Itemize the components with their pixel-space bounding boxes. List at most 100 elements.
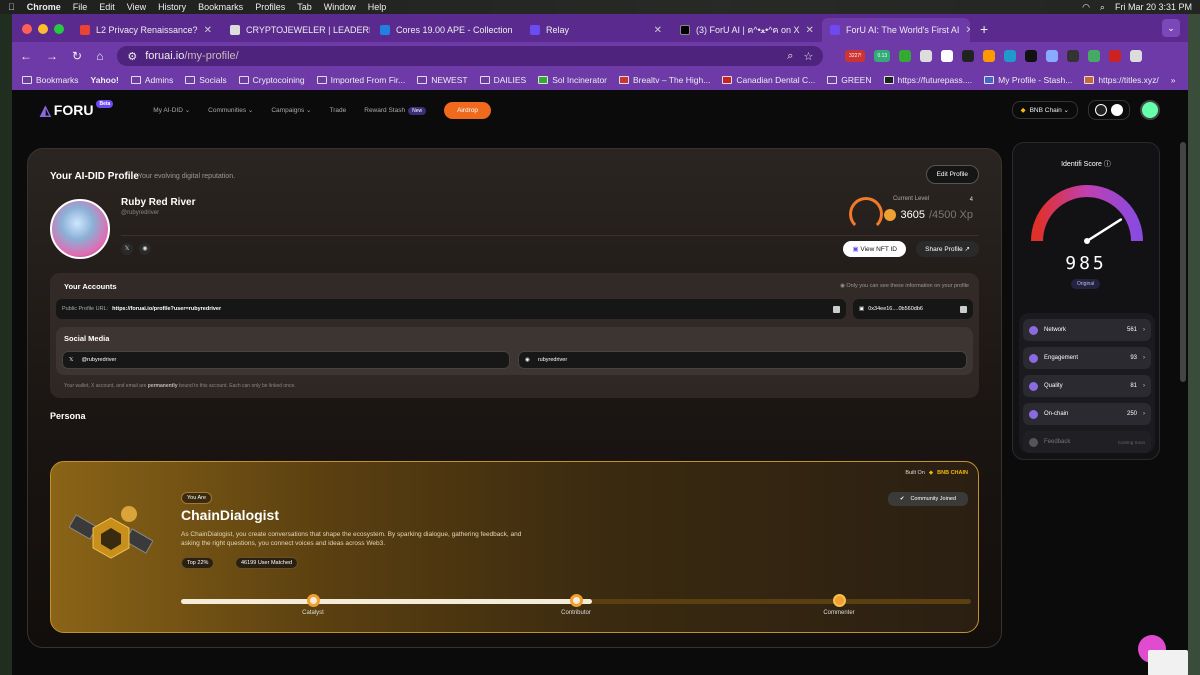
metric-network[interactable]: Network 561 › — [1023, 319, 1151, 341]
tab-close-icon[interactable]: ✕ — [204, 25, 212, 36]
message-icon[interactable] — [1095, 104, 1107, 116]
bookmark-item[interactable]: https://futurepass.... — [883, 75, 972, 85]
metric-engagement[interactable]: Engagement 93 › — [1023, 347, 1151, 369]
bookmark-item[interactable]: DAILIES — [479, 75, 526, 85]
home-icon[interactable]: ⌂ — [96, 49, 103, 63]
menu-tab[interactable]: Tab — [297, 2, 312, 12]
airdrop-button[interactable]: Airdrop — [444, 101, 492, 119]
bookmark-star-icon[interactable]: ☆ — [803, 50, 813, 63]
search-icon[interactable]: ⌕ — [1100, 2, 1105, 13]
extension-icon[interactable] — [1025, 50, 1038, 62]
extension-icon[interactable] — [1004, 50, 1017, 62]
extension-badge-2[interactable]: 0.13 — [874, 50, 891, 62]
bookmark-item[interactable]: Admins — [130, 75, 173, 85]
nav-reward-stash[interactable]: Reward Stash New — [364, 106, 427, 115]
bookmarks-overflow-button[interactable]: » — [1171, 75, 1176, 85]
notification-group — [1088, 100, 1130, 120]
user-avatar[interactable] — [1140, 100, 1160, 120]
nav-my-ai-did[interactable]: My AI-DID ⌄ — [153, 106, 190, 114]
community-joined-button[interactable]: ✔ Community Joined — [887, 492, 968, 506]
metric-label: On-chain — [1044, 411, 1069, 417]
extension-badge[interactable]: 3227! — [845, 50, 866, 62]
new-tab-button[interactable]: + — [972, 18, 996, 42]
bookmark-item[interactable]: Canadian Dental C... — [722, 75, 815, 85]
page-scrollbar[interactable] — [1180, 142, 1186, 382]
copy-icon[interactable] — [960, 305, 967, 313]
bookmark-item[interactable]: GREEN — [827, 75, 872, 85]
reload-icon[interactable]: ↻ — [72, 49, 82, 63]
app-menu[interactable]: Chrome — [27, 2, 61, 12]
tab-close-icon[interactable]: ✕ — [965, 25, 970, 36]
tab-6[interactable]: ForU AI: The World's First AI ✕ — [822, 18, 970, 42]
menu-bookmarks[interactable]: Bookmarks — [198, 2, 243, 12]
site-info-icon[interactable]: ⚙ — [127, 50, 137, 63]
extension-icon[interactable] — [1088, 50, 1101, 62]
bookmark-item[interactable]: https://titles.xyz/ — [1084, 75, 1159, 85]
bookmarks-bar: Bookmarks Yahoo! Admins Socials Cryptoco… — [12, 70, 1188, 90]
extension-icon[interactable] — [983, 50, 996, 62]
nav-trade[interactable]: Trade — [330, 107, 347, 114]
x-icon: 𝕏 — [69, 357, 74, 363]
menu-help[interactable]: Help — [368, 2, 387, 12]
divider — [121, 235, 978, 236]
coming-soon-label: Coming Soon — [1117, 439, 1145, 445]
bookmark-item[interactable]: Yahoo! — [91, 75, 119, 85]
wifi-icon[interactable]: ◠ — [1082, 2, 1090, 13]
bookmark-item[interactable]: My Profile - Stash... — [984, 75, 1072, 85]
tab-1[interactable]: L2 Privacy Renaissance? ✕ — [72, 18, 220, 42]
tab-4[interactable]: Relay ✕ — [522, 18, 670, 42]
forward-icon[interactable]: → — [46, 49, 58, 63]
nav-campaigns[interactable]: Campaigns ⌄ — [271, 106, 311, 114]
menu-window[interactable]: Window — [324, 2, 356, 12]
tab-2[interactable]: CRYPTOJEWELER | LEADERB✕ — [222, 18, 370, 42]
minimize-window-icon[interactable] — [38, 24, 48, 34]
edit-profile-button[interactable]: Edit Profile — [925, 165, 979, 184]
back-icon[interactable]: ← — [20, 49, 32, 63]
x-icon[interactable]: 𝕏 — [121, 243, 133, 255]
chain-selector[interactable]: ◆ BNB Chain ⌄ — [1011, 101, 1078, 119]
extension-icon[interactable] — [899, 50, 912, 62]
bookmark-item[interactable]: Cryptocoining — [238, 75, 305, 85]
tab-search-icon[interactable]: ⌄ — [1162, 19, 1180, 37]
zoom-icon[interactable]: ⌕ — [787, 50, 793, 63]
extension-icon[interactable] — [1067, 50, 1080, 62]
extension-icon[interactable] — [920, 50, 933, 62]
ai-agent-icon[interactable] — [1111, 104, 1123, 116]
address-bar[interactable]: ⚙ foruai.io/my-profile/ ⌕ ☆ — [117, 46, 824, 66]
copy-icon[interactable] — [833, 305, 840, 313]
puzzle-icon[interactable] — [1130, 50, 1143, 62]
nav-communities[interactable]: Communities ⌄ — [208, 106, 253, 114]
clock[interactable]: Fri Mar 20 3:31 PM — [1115, 2, 1192, 12]
maximize-window-icon[interactable] — [54, 24, 64, 34]
metric-quality[interactable]: Quality 81 › — [1023, 375, 1151, 397]
tab-3[interactable]: Cores 19.00 APE - Collection ✕ — [372, 18, 520, 42]
menu-view[interactable]: View — [127, 2, 146, 12]
bookmark-item[interactable]: Sol Incinerator — [538, 75, 607, 85]
view-nft-id-button[interactable]: ▣ View NFT ID — [843, 241, 906, 257]
foru-logo[interactable]: ◭ FORU Beta — [40, 100, 114, 119]
xp-total: /4500 Xp — [928, 209, 973, 221]
extension-icon[interactable] — [1109, 50, 1122, 62]
extension-icon[interactable] — [941, 50, 954, 62]
close-window-icon[interactable] — [22, 24, 32, 34]
tab-close-icon[interactable]: ✕ — [519, 25, 520, 36]
tab-close-icon[interactable]: ✕ — [806, 25, 814, 36]
bookmark-item[interactable]: Bookmarks — [22, 75, 79, 85]
menu-file[interactable]: File — [73, 2, 88, 12]
menu-profiles[interactable]: Profiles — [255, 2, 285, 12]
wallet-row: ▣ 0x34ee16....0b560db6 — [853, 299, 973, 319]
extension-icon[interactable] — [1046, 50, 1059, 62]
bookmark-item[interactable]: Socials — [185, 75, 227, 85]
metric-onchain[interactable]: On-chain 250 › — [1023, 403, 1151, 425]
extension-icon[interactable] — [962, 50, 975, 62]
tab-5[interactable]: (3) ForU AI | ฅ^•ﻌ•^ฅ on X ✕ — [672, 18, 820, 42]
share-profile-button[interactable]: Share Profile ↗ — [916, 241, 979, 257]
apple-icon[interactable]:  — [8, 2, 15, 12]
bookmark-item[interactable]: Imported From Fir... — [316, 75, 405, 85]
discord-icon[interactable]: ◉ — [139, 243, 151, 255]
bookmark-item[interactable]: Brealtv – The High... — [619, 75, 710, 85]
menu-edit[interactable]: Edit — [99, 2, 115, 12]
bookmark-item[interactable]: NEWEST — [417, 75, 468, 85]
tab-close-icon[interactable]: ✕ — [654, 25, 662, 36]
menu-history[interactable]: History — [158, 2, 186, 12]
